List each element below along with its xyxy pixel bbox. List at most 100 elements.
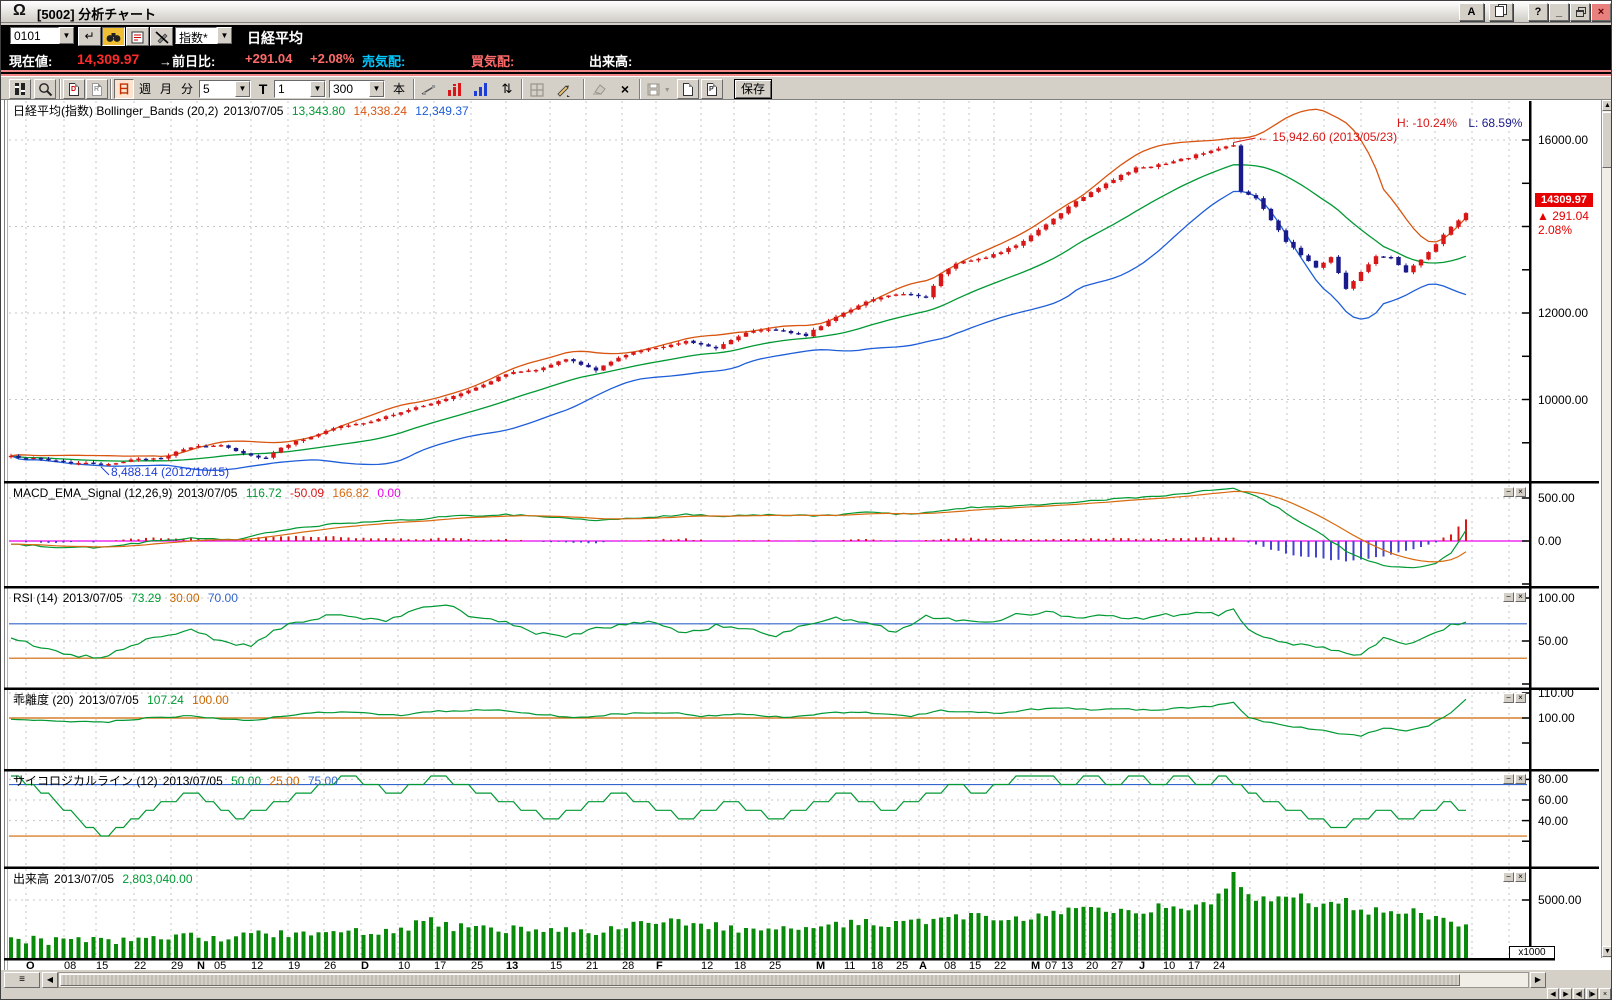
hscroll-track[interactable]: [58, 972, 1529, 988]
change-label: →前日比:: [159, 54, 216, 69]
axis-label: 5000.00: [1538, 893, 1582, 907]
split-grip[interactable]: ≡: [4, 972, 40, 988]
panel-minimize-button[interactable]: −: [1503, 487, 1514, 497]
axis-label: 60.00: [1538, 793, 1569, 807]
count-select[interactable]: 300 ▼: [329, 80, 385, 98]
copy-icon[interactable]: [1489, 3, 1513, 21]
x-axis-label: 08: [64, 960, 77, 972]
hscroll-thumb[interactable]: [60, 974, 1460, 986]
horizontal-scrollbar[interactable]: ≡ ◀ ▶: [1, 972, 1611, 989]
chart-nav-button[interactable]: |▶: [1586, 988, 1598, 999]
panel-close-button[interactable]: ×: [1515, 693, 1526, 703]
scroll-left-icon[interactable]: ◀: [42, 972, 58, 988]
x-axis-label: D: [361, 960, 369, 972]
period-week-button[interactable]: 週: [135, 79, 155, 99]
x-axis-label: O: [26, 960, 35, 972]
change-value: +291.04: [245, 51, 293, 66]
divider: [110, 79, 112, 99]
symbol-name: 日経平均: [247, 30, 303, 46]
x-axis-label: 17: [434, 960, 447, 972]
bar-chart-icon[interactable]: [470, 79, 492, 99]
volume-panel-legend: 出来高 2013/07/05 2,803,040.00: [13, 872, 193, 886]
category-dropdown-arrow-icon[interactable]: ▼: [217, 27, 232, 44]
period-month-button[interactable]: 月: [156, 79, 176, 99]
board-icon[interactable]: [9, 79, 31, 99]
page-r-icon[interactable]: R: [86, 79, 108, 99]
unit-button[interactable]: 本: [388, 79, 410, 99]
panel-minimize-button[interactable]: −: [1503, 693, 1514, 703]
title-bar[interactable]: Ω [5002] 分析チャート A ? _ ×: [1, 1, 1611, 23]
symbol-code-input[interactable]: 0101: [10, 27, 59, 44]
binoculars-icon[interactable]: [102, 27, 125, 46]
page-copy-icon[interactable]: [677, 79, 699, 99]
chart-toolbar: D R 日 週 月 分 5 ▼ T 1 ▼ 300 ▼ 本 ⇅ × ▼ P 保存: [1, 76, 1611, 100]
text-tool-button[interactable]: T: [254, 79, 272, 99]
chart-nav-button[interactable]: ◀: [1547, 988, 1559, 999]
panel-minimize-button[interactable]: −: [1503, 592, 1514, 602]
chart-svg[interactable]: [1, 100, 1612, 970]
save-disk-icon[interactable]: ▼: [644, 79, 674, 99]
period-minute-button[interactable]: 分: [177, 79, 197, 99]
pencil-icon[interactable]: [552, 79, 574, 99]
interval-select[interactable]: 1 ▼: [274, 80, 326, 98]
vscroll-thumb[interactable]: [1602, 112, 1611, 168]
vertical-scrollbar[interactable]: ▲ ▼: [1601, 100, 1611, 958]
bars-count-select[interactable]: 5 ▼: [199, 80, 251, 98]
macd-panel-legend: MACD_EMA_Signal (12,26,9) 2013/07/05 116.…: [13, 486, 401, 500]
page-d-icon[interactable]: D: [63, 79, 85, 99]
scroll-up-icon[interactable]: ▲: [1602, 100, 1611, 111]
panel-close-button[interactable]: ×: [1515, 872, 1526, 882]
no-draw-icon[interactable]: [150, 27, 173, 46]
ask-label: 売気配:: [362, 54, 406, 69]
line-chart-icon[interactable]: [418, 79, 440, 99]
x-axis-label: 12: [701, 960, 714, 972]
scroll-right-icon[interactable]: ▶: [1530, 972, 1546, 988]
delete-x-icon[interactable]: ×: [614, 79, 636, 99]
symbol-dropdown-arrow-icon[interactable]: ▼: [59, 27, 74, 44]
candlestick-icon[interactable]: [444, 79, 466, 99]
zoom-icon[interactable]: [34, 79, 56, 99]
dropdown-arrow-icon[interactable]: ▼: [235, 81, 250, 97]
memo-icon[interactable]: [126, 27, 149, 46]
page-p-icon[interactable]: P: [701, 79, 723, 99]
period-day-button[interactable]: 日: [114, 79, 134, 99]
close-button[interactable]: ×: [1591, 3, 1611, 21]
high-pct-label: H: -10.24%: [1397, 116, 1458, 130]
axis-label: 50.00: [1538, 634, 1569, 648]
save-button[interactable]: 保存: [734, 79, 773, 99]
divider: [413, 79, 415, 99]
change-pct-value: +2.08%: [310, 51, 355, 66]
x-axis-label: 15: [969, 960, 982, 972]
eraser-icon[interactable]: [588, 79, 610, 99]
axis-label: 10000.00: [1538, 393, 1589, 407]
x-axis-label: A: [919, 960, 927, 972]
x-axis-label: 25: [471, 960, 484, 972]
panel-minimize-button[interactable]: −: [1503, 774, 1514, 784]
chart-nav-button[interactable]: ×: [1599, 988, 1611, 999]
dropdown-arrow-icon[interactable]: ▼: [369, 81, 384, 97]
x-axis-label: 13: [1061, 960, 1074, 972]
scroll-down-icon[interactable]: ▼: [1602, 946, 1611, 957]
panel-close-button[interactable]: ×: [1515, 592, 1526, 602]
restore-button[interactable]: [1570, 3, 1590, 21]
current-price-value: 14,309.97: [77, 51, 140, 67]
main-panel-legend: 日経平均(指数) Bollinger_Bands (20,2) 2013/07/0…: [13, 104, 469, 118]
sort-updown-icon[interactable]: ⇅: [496, 79, 518, 99]
minimize-button[interactable]: _: [1549, 3, 1569, 21]
x-axis-label: 17: [1188, 960, 1201, 972]
dropdown-arrow-icon[interactable]: ▼: [310, 81, 325, 97]
chart-area[interactable]: [1, 100, 1612, 970]
help-button[interactable]: ?: [1528, 3, 1548, 21]
panel-minimize-button[interactable]: −: [1503, 872, 1514, 882]
x-axis-label: J: [1139, 960, 1146, 972]
font-button[interactable]: A: [1459, 3, 1484, 21]
chart-nav-button[interactable]: ▶: [1560, 988, 1572, 999]
chart-nav-button[interactable]: ◀|: [1573, 988, 1585, 999]
x-axis-label: 18: [734, 960, 747, 972]
category-select[interactable]: 指数*: [175, 27, 217, 45]
panel-close-button[interactable]: ×: [1515, 774, 1526, 784]
enter-icon[interactable]: ↵: [78, 27, 101, 46]
panel-close-button[interactable]: ×: [1515, 487, 1526, 497]
grid-icon[interactable]: [526, 79, 548, 99]
app-window: Ω [5002] 分析チャート A ? _ × 0101 ▼ ↵ 指数* ▼ 日…: [0, 0, 1612, 1000]
